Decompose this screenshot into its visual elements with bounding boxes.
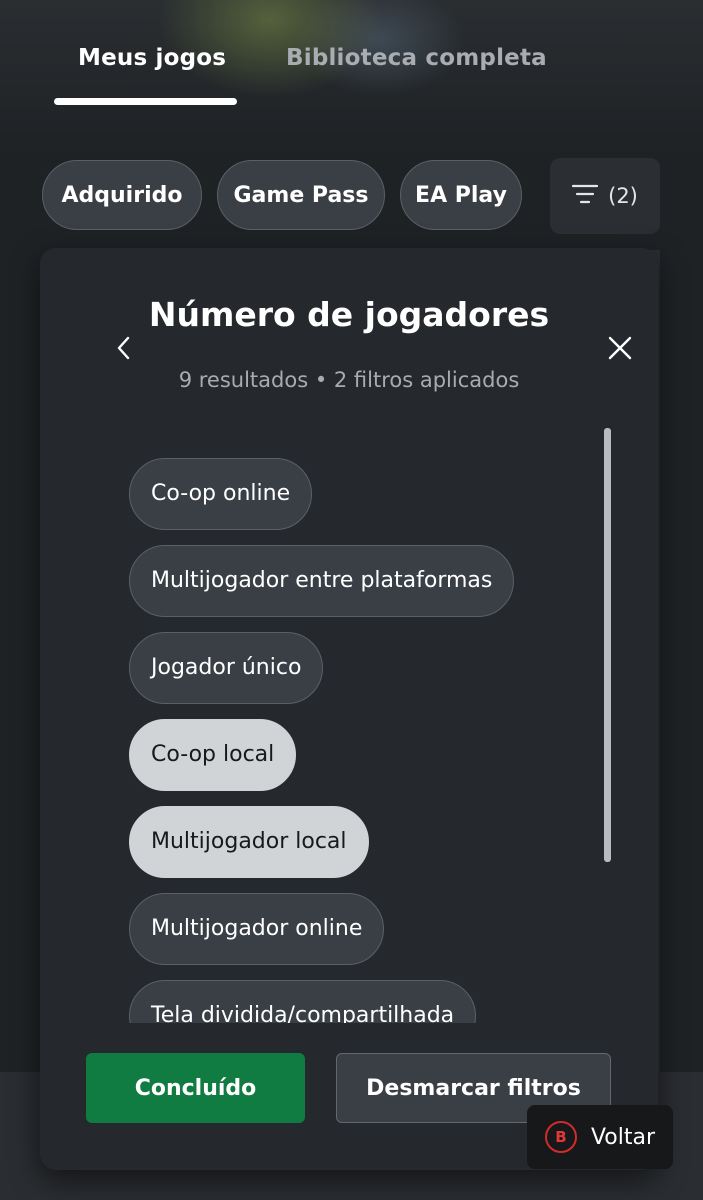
option-multijogador-online[interactable]: Multijogador online bbox=[129, 893, 385, 965]
filter-panel: Número de jogadores 9 resultados • 2 fil… bbox=[40, 248, 658, 1170]
close-button[interactable] bbox=[602, 330, 638, 366]
back-button[interactable] bbox=[106, 330, 142, 366]
filter-count: (2) bbox=[608, 184, 638, 208]
option-tela-dividida[interactable]: Tela dividida/compartilhada bbox=[129, 980, 477, 1023]
back-hint-label: Voltar bbox=[590, 1124, 656, 1150]
done-button[interactable]: Concluído bbox=[86, 1053, 305, 1123]
option-multijogador-local[interactable]: Multijogador local bbox=[129, 806, 369, 878]
chip-adquirido[interactable]: Adquirido bbox=[42, 160, 202, 230]
scrollbar[interactable] bbox=[604, 428, 612, 862]
chip-ea-play[interactable]: EA Play bbox=[400, 160, 522, 230]
option-multijogador-entre-plataformas[interactable]: Multijogador entre plataformas bbox=[129, 545, 515, 617]
option-co-op-online[interactable]: Co-op online bbox=[129, 458, 313, 530]
option-co-op-local[interactable]: Co-op local bbox=[129, 719, 297, 791]
b-button-icon: B bbox=[544, 1121, 577, 1153]
results-summary: 9 resultados • 2 filtros aplicados bbox=[178, 368, 520, 392]
tab-biblioteca-completa[interactable]: Biblioteca completa bbox=[286, 45, 547, 71]
active-tab-indicator bbox=[54, 98, 237, 105]
filter-lines-icon bbox=[572, 183, 599, 210]
back-hint-button[interactable]: B Voltar bbox=[527, 1105, 673, 1169]
scrollbar-thumb[interactable] bbox=[604, 428, 611, 862]
option-list: Co-op online Multijogador entre platafor… bbox=[129, 453, 589, 1023]
panel-title: Número de jogadores bbox=[148, 295, 550, 334]
filter-button[interactable]: (2) bbox=[550, 158, 660, 234]
tab-meus-jogos[interactable]: Meus jogos bbox=[78, 45, 226, 71]
option-jogador-unico[interactable]: Jogador único bbox=[129, 632, 324, 704]
chip-game-pass[interactable]: Game Pass bbox=[217, 160, 385, 230]
tab-bar: Meus jogos Biblioteca completa bbox=[0, 0, 703, 110]
